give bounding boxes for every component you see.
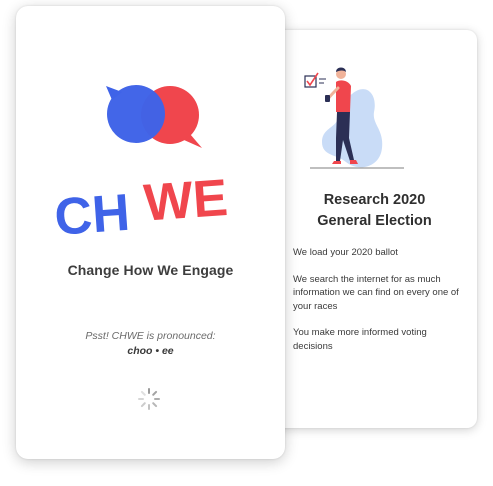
research-steps: We load your 2020 ballot We search the i… [293,246,463,366]
research-step: We search the internet for as much infor… [293,273,459,312]
pronunciation-word: choo • ee [127,345,174,357]
research-title-line2: General Election [317,213,432,229]
research-title-line1: Research 2020 [323,192,426,208]
research-step: You make more informed voting decisions [293,327,427,352]
wordmark-we: WE [142,169,230,233]
research-title: Research 2020 General Election [272,190,477,232]
voter-with-phone-illustration [304,67,404,169]
research-card: Research 2020 General Election We load y… [272,30,477,428]
chat-bubbles-logo-icon [106,85,202,148]
tagline: Change How We Engage [67,262,234,278]
chwe-wordmark: CH WE [54,169,230,244]
app-preview: Research 2020 General Election We load y… [0,0,493,486]
wordmark-ch: CH [54,184,132,244]
pronunciation-note: Psst! CHWE is pronounced: [85,330,216,342]
research-step: We load your 2020 ballot [293,247,398,258]
splash-card: CH WE Change How We Engage Psst! CHWE is… [16,6,285,459]
loading-spinner-icon [138,388,160,410]
